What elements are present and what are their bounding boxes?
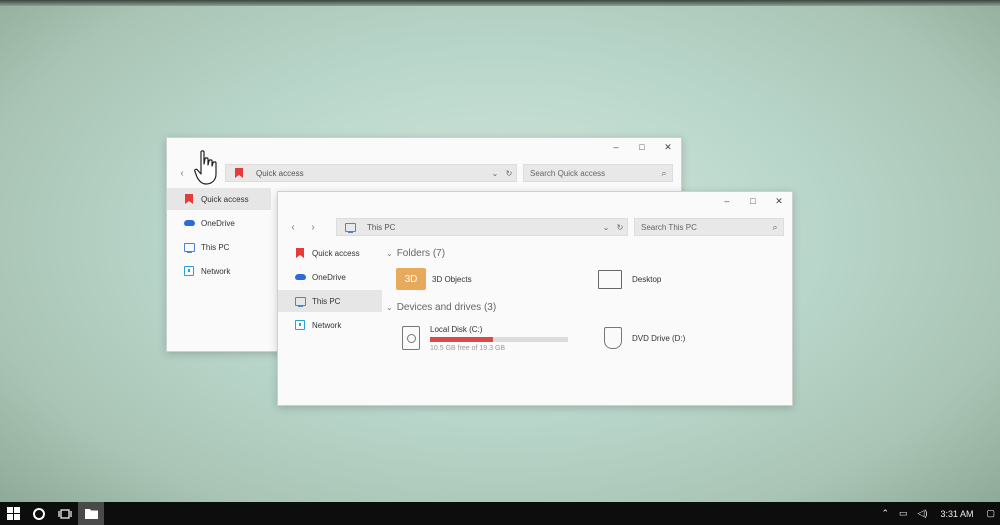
desktop-folder-icon bbox=[598, 269, 622, 289]
sidebar-item-this-pc[interactable]: This PC bbox=[167, 236, 271, 258]
drive-label: Local Disk (C:) bbox=[430, 324, 483, 334]
drive-info: Local Disk (C:) 10.5 GB free of 19.3 GB bbox=[430, 325, 568, 352]
bookmark-icon bbox=[230, 168, 248, 178]
sidebar-item-network[interactable]: Network bbox=[167, 260, 271, 282]
folder-label: Desktop bbox=[632, 274, 662, 284]
search-icon[interactable]: ⌕ bbox=[767, 222, 783, 233]
drive-usage-bar bbox=[430, 336, 568, 342]
start-button[interactable] bbox=[0, 502, 26, 525]
address-bar[interactable]: Quick access ⌄ ↻ bbox=[225, 164, 517, 182]
close-button[interactable]: ✕ bbox=[766, 192, 792, 210]
maximize-button[interactable]: □ bbox=[629, 138, 655, 156]
monitor-icon bbox=[183, 241, 195, 253]
back-arrow-icon[interactable]: ‹ bbox=[173, 164, 191, 182]
minimize-button[interactable]: – bbox=[603, 138, 629, 156]
minimize-button[interactable]: – bbox=[714, 192, 740, 210]
bookmark-icon bbox=[294, 247, 306, 259]
folder-item-desktop[interactable]: Desktop bbox=[586, 269, 662, 289]
navigation-pane: Quick access OneDrive This PC Network bbox=[167, 188, 271, 284]
folder-item-3d-objects[interactable]: 3D 3D Objects bbox=[386, 268, 586, 290]
close-button[interactable]: ✕ bbox=[655, 138, 681, 156]
monitor-icon bbox=[341, 222, 359, 233]
bookmark-icon bbox=[183, 193, 195, 205]
windows-logo-icon bbox=[6, 507, 20, 520]
section-title: Folders (7) bbox=[396, 247, 446, 259]
task-view-icon bbox=[58, 508, 72, 519]
hard-disk-icon bbox=[402, 326, 420, 350]
cortana-circle-icon bbox=[33, 507, 45, 520]
folder-icon bbox=[84, 509, 98, 519]
chevron-down-icon[interactable]: ⌄ bbox=[599, 223, 613, 232]
devices-section-header[interactable]: ⌄ Devices and drives (3) bbox=[386, 298, 786, 316]
task-view-button[interactable] bbox=[52, 502, 78, 525]
hand-cursor-icon bbox=[194, 150, 217, 185]
sidebar-item-quick-access[interactable]: Quick access bbox=[278, 242, 382, 264]
search-box[interactable]: Search This PC ⌕ bbox=[634, 218, 784, 236]
sidebar-item-network[interactable]: Network bbox=[278, 314, 382, 336]
section-title: Devices and drives (3) bbox=[396, 301, 497, 313]
chevron-down-icon: ⌄ bbox=[386, 302, 393, 312]
sidebar-item-this-pc[interactable]: This PC bbox=[278, 290, 382, 312]
sidebar-item-onedrive[interactable]: OneDrive bbox=[167, 212, 271, 234]
search-icon[interactable]: ⌕ bbox=[656, 168, 672, 179]
network-icon bbox=[183, 265, 195, 277]
search-input[interactable]: Search This PC bbox=[635, 223, 767, 232]
address-text: This PC bbox=[367, 222, 396, 232]
drive-free-space: 10.5 GB free of 19.3 GB bbox=[430, 344, 506, 352]
maximize-button[interactable]: □ bbox=[740, 192, 766, 210]
navigation-pane: Quick access OneDrive This PC Network bbox=[278, 242, 382, 338]
sidebar-item-label: This PC bbox=[201, 242, 230, 252]
drive-item-dvd[interactable]: DVD Drive (D:) bbox=[592, 327, 685, 349]
explorer-window-this-pc: – □ ✕ ‹ › This PC ⌄ ↻ Search This PC ⌕ Q… bbox=[277, 191, 793, 406]
cloud-icon bbox=[294, 271, 306, 283]
navigation-arrows: ‹ › bbox=[284, 218, 326, 236]
search-box[interactable]: Search Quick access ⌕ bbox=[523, 164, 673, 182]
chevron-up-icon[interactable]: ⌃ bbox=[876, 508, 894, 519]
sidebar-item-onedrive[interactable]: OneDrive bbox=[278, 266, 382, 288]
desktop-top-edge bbox=[0, 0, 1000, 6]
refresh-icon[interactable]: ↻ bbox=[502, 169, 516, 178]
network-icon bbox=[294, 319, 306, 331]
clock[interactable]: 3:31 AM bbox=[932, 509, 981, 519]
action-center-icon[interactable]: ▢ bbox=[981, 508, 1000, 519]
content-pane: ⌄ Folders (7) 3D 3D Objects Desktop ⌄ De… bbox=[386, 244, 786, 360]
system-tray: ⌃ ▭ ◁) 3:31 AM ▢ bbox=[876, 502, 1000, 525]
drive-label: DVD Drive (D:) bbox=[632, 333, 686, 343]
drive-item-local-disk[interactable]: Local Disk (C:) 10.5 GB free of 19.3 GB bbox=[386, 325, 592, 352]
refresh-icon[interactable]: ↻ bbox=[613, 223, 627, 232]
monitor-icon bbox=[294, 295, 306, 307]
network-status-icon[interactable]: ▭ bbox=[894, 508, 913, 519]
drive-usage-fill bbox=[430, 336, 494, 342]
back-arrow-icon[interactable]: ‹ bbox=[284, 218, 302, 236]
chevron-down-icon[interactable]: ⌄ bbox=[488, 169, 502, 178]
forward-arrow-icon[interactable]: › bbox=[304, 218, 322, 236]
drives-grid: Local Disk (C:) 10.5 GB free of 19.3 GB … bbox=[386, 316, 786, 360]
address-bar[interactable]: This PC ⌄ ↻ bbox=[336, 218, 628, 236]
search-cortana-button[interactable] bbox=[26, 502, 52, 525]
volume-icon[interactable]: ◁) bbox=[913, 508, 933, 519]
folders-grid: 3D 3D Objects Desktop bbox=[386, 262, 786, 296]
sidebar-item-label: Quick access bbox=[312, 248, 360, 258]
search-input[interactable]: Search Quick access bbox=[524, 169, 656, 178]
sidebar-item-label: Network bbox=[312, 320, 342, 330]
folder-3d-icon: 3D bbox=[396, 268, 426, 290]
sidebar-item-label: OneDrive bbox=[312, 272, 346, 282]
sidebar-item-quick-access[interactable]: Quick access bbox=[167, 188, 271, 210]
folder-label: 3D Objects bbox=[432, 274, 472, 284]
sidebar-item-label: This PC bbox=[312, 296, 341, 306]
taskbar: ⌃ ▭ ◁) 3:31 AM ▢ bbox=[0, 502, 1000, 525]
folders-section-header[interactable]: ⌄ Folders (7) bbox=[386, 244, 786, 262]
cloud-icon bbox=[183, 217, 195, 229]
sidebar-item-label: Quick access bbox=[201, 194, 249, 204]
sidebar-item-label: OneDrive bbox=[201, 218, 235, 228]
sidebar-item-label: Network bbox=[201, 266, 231, 276]
chevron-down-icon: ⌄ bbox=[386, 248, 393, 258]
address-text: Quick access bbox=[256, 168, 304, 178]
file-explorer-taskbar-button[interactable] bbox=[78, 502, 104, 525]
dvd-drive-icon bbox=[604, 327, 622, 349]
